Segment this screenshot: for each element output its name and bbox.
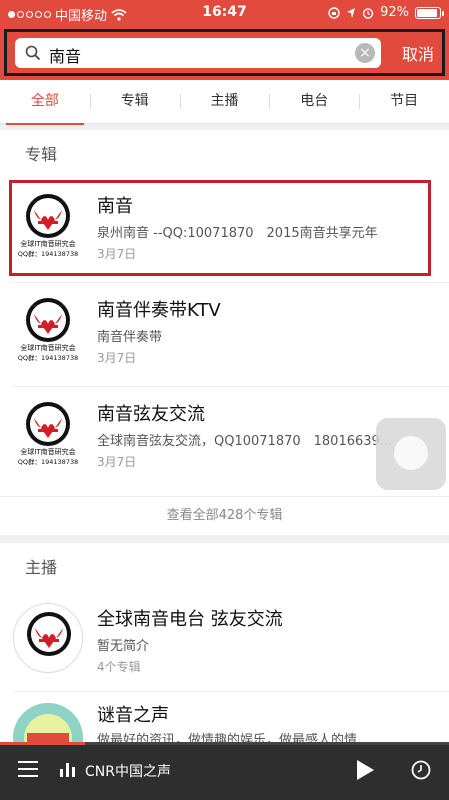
play-icon[interactable] (355, 759, 375, 781)
cover-logo-line2: QQ群：194138738 (18, 457, 78, 466)
tab-all[interactable]: 全部 (0, 80, 90, 125)
see-all-albums-link[interactable]: 查看全部428个专辑 (0, 496, 449, 532)
top-bar: 中国移动 16:47 92% 南音 × 取消 (0, 0, 449, 80)
tab-anchors[interactable]: 主播 (179, 80, 270, 123)
anchor-avatar (13, 703, 83, 743)
cover-logo-line1: 全球IT南音研究会 (20, 343, 75, 352)
clear-icon[interactable]: × (355, 43, 375, 63)
clock-icon[interactable] (411, 760, 431, 780)
anchor-title: 全球南音电台 弦友交流 (97, 609, 283, 630)
rotation-lock-icon (328, 6, 340, 19)
search-area-highlight: 南音 × 取消 (4, 29, 445, 76)
album-item[interactable]: 全球IT南音研究会 QQ群：194138738 南音 泉州南音 --QQ:100… (0, 178, 449, 270)
album-date: 3月7日 (97, 351, 137, 365)
anchor-desc: 暂无简介 (97, 639, 150, 654)
anchor-count: 4个专辑 (97, 660, 141, 674)
album-title: 南音 (97, 196, 133, 217)
location-icon (347, 7, 356, 18)
album-item[interactable]: 全球IT南音研究会 QQ群：194138738 南音伴奏带KTV 南音伴奏带 3… (0, 282, 449, 374)
alarm-icon (362, 7, 374, 19)
tab-albums[interactable]: 专辑 (89, 80, 180, 123)
status-bar: 中国移动 16:47 92% (0, 0, 449, 26)
tab-stations[interactable]: 电台 (269, 80, 359, 123)
status-right: 92% (328, 5, 444, 20)
search-input[interactable]: 南音 × (15, 38, 381, 68)
album-desc: 南音伴奏带 (97, 330, 163, 345)
anchor-avatar (13, 603, 83, 673)
assistive-touch-button[interactable] (376, 418, 446, 490)
battery-percent: 92% (380, 5, 409, 20)
album-cover: 全球IT南音研究会 QQ群：194138738 (13, 190, 83, 260)
tab-programs[interactable]: 节目 (359, 80, 449, 123)
album-cover: 全球IT南音研究会 QQ群：194138738 (13, 398, 83, 468)
now-playing-title[interactable]: CNR中国之声 (85, 761, 171, 781)
search-icon (25, 45, 41, 61)
search-query[interactable]: 南音 (49, 43, 81, 67)
cover-logo-line1: 全球IT南音研究会 (20, 447, 75, 456)
tab-bar: 全部 专辑 主播 电台 节目 (0, 80, 449, 125)
cover-logo-line2: QQ群：194138738 (18, 249, 78, 258)
anchor-desc: 做最好的资讯，做情趣的娱乐，做最感人的情... (97, 733, 370, 743)
anchor-item[interactable]: 全球南音电台 弦友交流 暂无简介 4个专辑 (0, 591, 449, 683)
album-title: 南音伴奏带KTV (97, 300, 221, 321)
album-desc: 泉州南音 --QQ:10071870 2015南音共享元年 (97, 226, 378, 241)
anchor-title: 谜音之声 (97, 705, 169, 726)
mini-player: CNR中国之声 (0, 742, 449, 800)
section-title-anchors: 主播 (25, 558, 58, 577)
album-title: 南音弦友交流 (97, 404, 205, 425)
album-date: 3月7日 (97, 455, 137, 469)
menu-icon[interactable] (18, 760, 38, 778)
battery-icon (415, 6, 444, 19)
anchor-item[interactable]: 谜音之声 做最好的资讯，做情趣的娱乐，做最感人的情... (0, 691, 449, 743)
album-date: 3月7日 (97, 247, 137, 261)
playback-progress[interactable] (0, 742, 449, 745)
audio-bars-icon (60, 763, 75, 777)
cancel-button[interactable]: 取消 (402, 41, 434, 65)
album-cover: 全球IT南音研究会 QQ群：194138738 (13, 294, 83, 364)
cover-logo-line2: QQ群：194138738 (18, 353, 78, 362)
anchor-section: 主播 全球南音电台 弦友交流 暂无简介 4个专辑 谜音之声 做最好的资讯，做情趣… (0, 543, 449, 743)
cover-logo-line1: 全球IT南音研究会 (20, 239, 75, 248)
section-title-albums: 专辑 (25, 145, 58, 164)
